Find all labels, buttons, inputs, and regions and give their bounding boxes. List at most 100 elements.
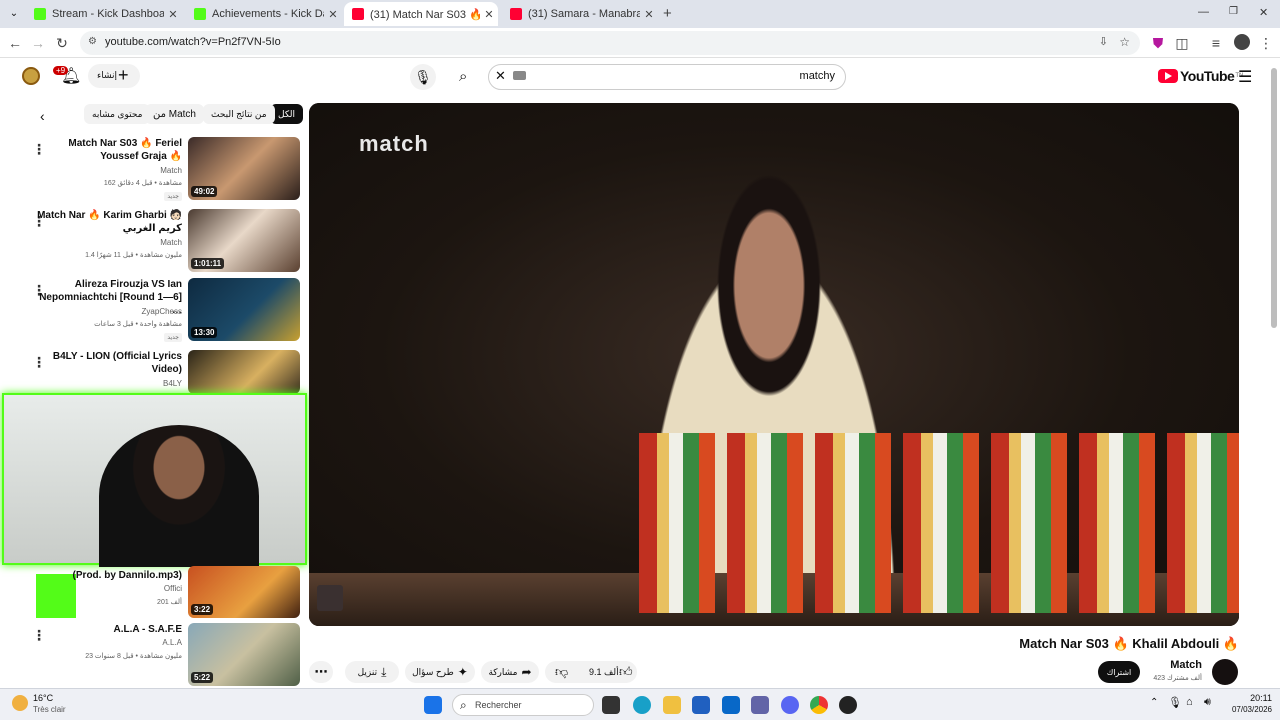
keyboard-icon[interactable] [513,71,526,80]
file-explorer-icon[interactable] [663,696,681,714]
duration-badge: 49:02 [191,186,218,197]
video-thumbnail[interactable]: 1:01:11 [188,209,300,272]
close-icon[interactable]: ✕ [324,8,342,21]
reload-button[interactable]: ↻ [52,33,72,53]
address-bar[interactable]: ⚙ youtube.com/watch?v=Pn2f7VN-5Io ⇩ ☆ [80,31,1140,55]
video-thumbnail[interactable] [188,350,300,394]
new-tab-button[interactable]: + [663,5,672,22]
close-icon[interactable]: ✕ [164,8,182,21]
chrome-icon[interactable] [810,696,828,714]
site-info-icon[interactable]: ⚙ [88,36,97,47]
guide-menu-icon[interactable]: ☰ [1238,67,1252,87]
video-title[interactable]: A.L.A - S.A.F.E [32,623,182,636]
browser-tab-bar: ⌄ Stream - Kick Dashboard ✕ Achievements… [0,0,1280,28]
list-item[interactable]: ⋮ A.L.A - S.A.F.E A.L.A 23 مليون مشاهدة … [20,623,300,689]
video-thumbnail[interactable]: 49:02 [188,137,300,200]
create-button[interactable]: إنشاء + [88,64,140,88]
search-icon[interactable]: ⌕ [459,68,467,85]
outlook-icon[interactable] [722,696,740,714]
windows-start-icon[interactable] [424,696,442,714]
video-channel[interactable]: ZyapChess [142,307,182,316]
video-meta: 201 ألف [157,599,182,606]
download-button[interactable]: تنزيل ⤓ [345,661,399,683]
chip-all[interactable]: الكل [270,104,304,124]
task-view-icon[interactable] [602,696,620,714]
duration-badge: 1:01:11 [191,258,225,269]
list-item[interactable]: ⋮ Alireza Firouzja VS Ian Nepomniachtchi… [20,278,300,344]
media-control-icon[interactable]: ≡ [1206,33,1226,53]
kick-favicon [194,8,206,20]
page-scrollbar[interactable] [1270,63,1278,683]
video-thumbnail[interactable]: 3:22 [188,566,300,618]
clear-search-icon[interactable]: ✕ [495,68,506,84]
search-box[interactable]: ⌕ ✕ matchy [459,64,846,90]
browser-tab[interactable]: Achievements - Kick Dashboard ✕ [186,2,342,26]
channel-avatar[interactable] [1212,659,1238,685]
browser-tab-active[interactable]: (31) Match Nar S03 🔥 Khalil A ✕ [344,2,498,26]
video-thumbnail[interactable]: 5:22 [188,623,300,686]
video-title[interactable]: B4LY - LION (Official Lyrics Video) [32,350,182,376]
video-thumbnail[interactable]: 13:30 [188,278,300,341]
discord-icon[interactable] [781,696,799,714]
clock-date[interactable]: 07/03/2026 [1222,705,1272,714]
video-title[interactable]: Match Nar S03 🔥 Feriel Youssef Graja 🔥 [32,137,182,163]
video-channel[interactable]: A.L.A [162,638,182,647]
search-input[interactable]: matchy [800,70,835,82]
video-channel[interactable]: B4LY [163,379,182,388]
taskbar-search-placeholder: Rechercher [475,700,522,710]
weather-icon[interactable] [12,695,28,711]
video-title[interactable]: (Prod. by Dannilo.mp3) [32,569,182,582]
microphone-icon[interactable]: 🎙︎ [1168,696,1182,709]
video-channel[interactable]: Match [160,166,182,175]
edge-icon[interactable] [633,696,651,714]
app-icon[interactable] [839,696,857,714]
tray-overflow-icon[interactable]: ⌃ [1150,697,1158,708]
scrollbar-thumb[interactable] [1271,68,1277,328]
tab-list-button[interactable]: ⌄ [6,6,22,22]
share-button[interactable]: مشاركة ➦ [481,661,539,683]
browser-tab[interactable]: Stream - Kick Dashboard ✕ [26,2,182,26]
close-icon[interactable]: ✕ [480,8,498,21]
weather-temp[interactable]: 16°C [33,693,53,703]
voice-search-icon[interactable]: 🎙︎ [410,64,436,90]
volume-icon[interactable]: 🔊︎ [1204,696,1211,709]
maximize-button[interactable]: ❐ [1229,6,1238,17]
back-button[interactable]: ← [5,33,25,53]
chips-prev-icon[interactable]: ‹ [40,108,45,124]
subscribe-button[interactable]: اشتراك [1098,661,1140,683]
network-icon[interactable]: ⌂ [1186,696,1193,708]
video-channel[interactable]: Match [160,238,182,247]
channel-avatar-icon[interactable] [22,67,40,85]
dislike-icon[interactable]: 👎︎ [555,664,568,680]
close-icon[interactable]: ✕ [640,8,658,21]
list-item[interactable]: ⋮ Match Nar S03 🔥 Feriel Youssef Graja 🔥… [20,137,300,203]
clock-time[interactable]: 20:11 [1232,693,1272,703]
teams-icon[interactable] [751,696,769,714]
video-title[interactable]: Match Nar 🔥 Karim Gharbi 🧑🏻 كريم الغربي [32,209,182,235]
chip-from-search[interactable]: من نتائج البحث [203,104,275,124]
forward-button[interactable]: → [28,33,48,53]
like-icon[interactable]: 👍︎ [619,664,633,680]
shield-extension-icon[interactable]: ⛊ [1148,33,1168,53]
install-icon[interactable]: ⇩ [1099,35,1108,48]
channel-watermark-icon[interactable] [317,585,343,611]
video-player[interactable]: match [309,103,1239,626]
more-actions-button[interactable]: ⋯ [309,661,333,683]
extensions-icon[interactable]: ◫ [1172,33,1192,53]
ask-button[interactable]: طرح سؤال ✦ [405,661,475,683]
close-window-button[interactable]: ✕ [1259,6,1268,19]
youtube-logo[interactable]: YouTube TN [1158,68,1243,84]
profile-avatar[interactable] [1234,34,1250,50]
channel-name[interactable]: Match [1140,659,1202,671]
browser-menu-icon[interactable]: ⋮ [1256,33,1276,53]
share-icon: ➦ [521,665,532,679]
chip-related[interactable]: محتوى مشابه [84,104,151,124]
bookmark-star-icon[interactable]: ☆ [1119,35,1130,49]
store-icon[interactable] [692,696,710,714]
browser-tab[interactable]: (31) Samara - Manabrach (Aud ✕ [502,2,658,26]
minimize-button[interactable]: — [1198,6,1209,18]
list-item[interactable]: ⋮ Match Nar 🔥 Karim Gharbi 🧑🏻 كريم الغرب… [20,209,300,275]
video-channel[interactable]: Offici [164,584,182,593]
taskbar-search[interactable]: ⌕ Rechercher [452,694,594,716]
chip-from-match[interactable]: من Match [145,104,204,124]
